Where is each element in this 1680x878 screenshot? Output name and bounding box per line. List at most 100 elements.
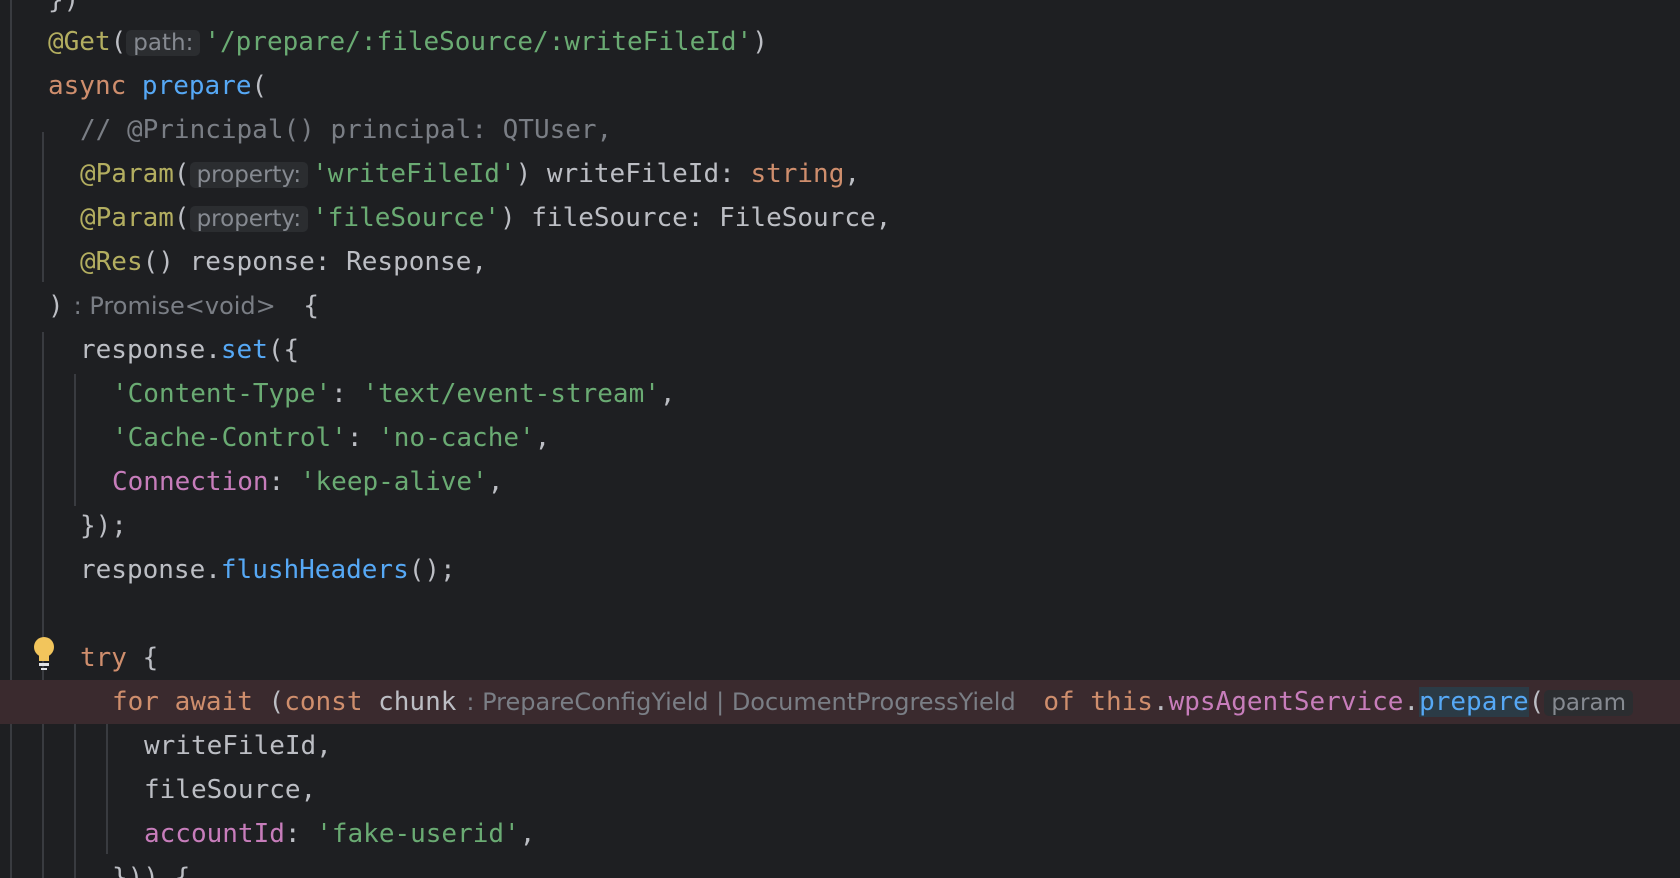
code-token: this	[1090, 687, 1153, 717]
code-token: @Param	[80, 159, 174, 189]
code-line-content: try {	[80, 636, 158, 680]
code-line[interactable]: })) {	[0, 856, 1680, 878]
code-token: (	[1528, 687, 1545, 717]
code-line[interactable]: async prepare(	[0, 64, 1680, 108]
code-line-content: response.flushHeaders();	[80, 548, 456, 592]
code-line[interactable]: @Param(property:'fileSource') fileSource…	[0, 196, 1680, 240]
code-token: @Get	[48, 27, 111, 57]
code-token: chunk	[378, 687, 457, 717]
code-token: 'keep-alive'	[299, 467, 488, 497]
code-line-content: })	[48, 0, 79, 22]
code-token: wpsAgentService	[1168, 687, 1404, 717]
code-token: string	[750, 159, 845, 189]
code-line-content: ) : Promise<void> {	[48, 284, 319, 328]
inlay-hint: property:	[189, 206, 309, 232]
code-line-content: writeFileId,	[144, 724, 332, 768]
code-token: })) {	[112, 863, 191, 878]
code-token: 'Cache-Control'	[112, 423, 347, 453]
code-line[interactable]: response.flushHeaders();	[0, 548, 1680, 592]
code-token: (	[251, 71, 268, 101]
code-token: (	[173, 203, 190, 233]
code-token: ,	[844, 159, 861, 189]
code-token: :	[331, 379, 363, 409]
code-line-content: @Param(property:'fileSource') fileSource…	[80, 196, 891, 241]
code-line-highlighted[interactable]: for await (const chunk: PrepareConfigYie…	[0, 680, 1680, 724]
inlay-hint: property:	[189, 162, 309, 188]
code-line[interactable]: response.set({	[0, 328, 1680, 372]
inlay-hint: : Promise<void>	[73, 292, 276, 320]
code-token: });	[80, 511, 127, 541]
code-line-content: async prepare(	[48, 64, 267, 108]
code-token: 'fake-userid'	[316, 819, 520, 849]
code-token: ,	[534, 423, 551, 453]
code-line-content: response.set({	[80, 328, 299, 372]
code-token: (	[110, 27, 127, 57]
code-token: ,	[659, 379, 676, 409]
code-line[interactable]: @Get(path: '/prepare/:fileSource/:writeFi…	[0, 20, 1680, 64]
inlay-hint: path:	[126, 30, 201, 56]
code-token: '/prepare/:fileSource/:writeFileId'	[204, 27, 753, 57]
code-token: response.	[80, 555, 221, 585]
code-line[interactable]: @Res() response: Response,	[0, 240, 1680, 284]
code-line-content: @Param(property:'writeFileId') writeFile…	[80, 152, 860, 197]
code-token: 'no-cache'	[378, 423, 535, 453]
code-line[interactable]: 'Cache-Control': 'no-cache',	[0, 416, 1680, 460]
code-token: writeFileId,	[144, 731, 332, 761]
code-token: ) writeFileId:	[515, 159, 751, 189]
code-token: try	[80, 643, 143, 673]
code-token: :	[284, 819, 317, 849]
code-line[interactable]	[0, 592, 1680, 636]
code-token: ,	[487, 467, 504, 497]
code-token: 'text/event-stream'	[362, 379, 660, 409]
code-line[interactable]: });	[0, 504, 1680, 548]
code-line-content: })) {	[112, 856, 190, 878]
inlay-hint: param	[1544, 690, 1633, 716]
code-line[interactable]: try {	[0, 636, 1680, 680]
code-token: })	[48, 0, 80, 15]
code-line[interactable]: 'Content-Type': 'text/event-stream',	[0, 372, 1680, 416]
code-token: .	[1403, 687, 1420, 717]
code-token: for await	[112, 687, 269, 717]
code-line-content: for await (const chunk: PrepareConfigYie…	[112, 680, 1637, 725]
code-line[interactable]: // @Principal() principal: QTUser,	[0, 108, 1680, 152]
code-token: @Param	[80, 203, 174, 233]
code-token: {	[287, 291, 320, 321]
code-token: ) fileSource: FileSource,	[499, 203, 892, 233]
code-line[interactable]: writeFileId,	[0, 724, 1680, 768]
code-token: ({	[267, 335, 300, 365]
code-line[interactable]: ) : Promise<void> {	[0, 284, 1680, 328]
code-token: @Res	[80, 247, 143, 277]
code-token: (	[268, 687, 285, 717]
code-token: {	[142, 643, 159, 673]
code-line-content: fileSource,	[144, 768, 316, 812]
code-token: () response: Response,	[142, 247, 487, 277]
code-token: 'Content-Type'	[112, 379, 332, 409]
code-line-content: 'Content-Type': 'text/event-stream',	[112, 372, 676, 416]
code-editor[interactable]: }) @Get(path: '/prepare/:fileSource/:write…	[0, 0, 1680, 878]
code-line-content: @Res() response: Response,	[80, 240, 487, 284]
code-token: fileSource,	[144, 775, 317, 805]
code-line-content: // @Principal() principal: QTUser,	[80, 108, 612, 152]
code-line-content: });	[80, 504, 127, 548]
code-token: :	[268, 467, 300, 497]
code-token: 'fileSource'	[312, 203, 500, 233]
code-token: (	[173, 159, 190, 189]
inlay-hint: : PrepareConfigYield | DocumentProgressY…	[466, 688, 1016, 716]
code-token: // @Principal() principal: QTUser,	[80, 115, 613, 145]
code-line-content: Connection: 'keep-alive',	[112, 460, 503, 504]
code-token: prepare	[141, 71, 252, 101]
code-token: const	[284, 687, 379, 717]
code-token: ();	[408, 555, 456, 585]
code-line[interactable]: Connection: 'keep-alive',	[0, 460, 1680, 504]
code-token: )	[48, 291, 64, 321]
code-line[interactable]: })	[0, 0, 1680, 22]
code-line[interactable]: @Param(property:'writeFileId') writeFile…	[0, 152, 1680, 196]
code-token: prepare	[1419, 687, 1529, 717]
code-token: .	[1152, 687, 1169, 717]
code-line[interactable]: accountId: 'fake-userid',	[0, 812, 1680, 856]
code-token: async	[48, 71, 142, 101]
code-line[interactable]: fileSource,	[0, 768, 1680, 812]
code-token: 'writeFileId'	[312, 159, 516, 189]
code-token: Connection	[112, 467, 269, 497]
code-token: )	[752, 27, 768, 57]
